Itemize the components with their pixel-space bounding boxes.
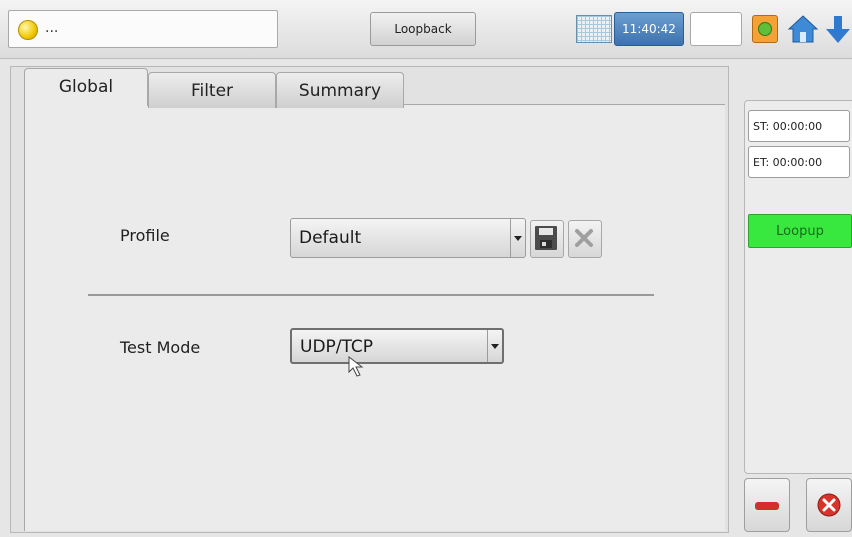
minus-button[interactable] [744, 478, 790, 532]
profile-select[interactable]: Default [290, 218, 526, 258]
close-circle-icon [817, 493, 841, 517]
tab-summary[interactable]: Summary [276, 72, 404, 108]
close-icon [575, 229, 593, 247]
tab-global[interactable]: Global [24, 68, 148, 106]
blank-indicator [690, 12, 742, 46]
home-icon[interactable] [787, 14, 819, 44]
close-button[interactable] [806, 478, 852, 532]
delete-button[interactable] [568, 220, 602, 258]
top-toolbar: ... Loopback 11:40:42 [0, 0, 852, 59]
save-button[interactable] [530, 220, 564, 258]
profile-value: Default [299, 228, 362, 248]
profile-label: Profile [120, 226, 170, 245]
end-time-field: ET: 00:00:00 [748, 146, 850, 178]
tab-content [24, 104, 725, 531]
test-mode-label: Test Mode [120, 338, 201, 357]
status-box[interactable]: ... [8, 10, 278, 48]
mouse-cursor-icon [348, 356, 364, 377]
section-divider [88, 294, 654, 296]
loopup-button[interactable]: Loopup [748, 214, 852, 248]
start-time-field: ST: 00:00:00 [748, 110, 850, 142]
status-text: ... [45, 20, 59, 36]
floppy-disk-icon [535, 226, 557, 250]
clock-display: 11:40:42 [614, 12, 684, 46]
chevron-down-icon[interactable] [487, 330, 502, 362]
down-arrow-icon[interactable] [824, 14, 852, 44]
test-mode-select[interactable]: UDP/TCP [290, 328, 504, 364]
minus-icon [755, 502, 779, 510]
loopback-button[interactable]: Loopback [370, 12, 476, 46]
chevron-down-icon[interactable] [510, 219, 525, 257]
tab-filter[interactable]: Filter [148, 72, 276, 108]
tool-icon[interactable] [752, 15, 778, 43]
grid-icon[interactable] [576, 15, 612, 43]
test-mode-value: UDP/TCP [300, 337, 374, 357]
status-indicator-icon [18, 20, 38, 40]
